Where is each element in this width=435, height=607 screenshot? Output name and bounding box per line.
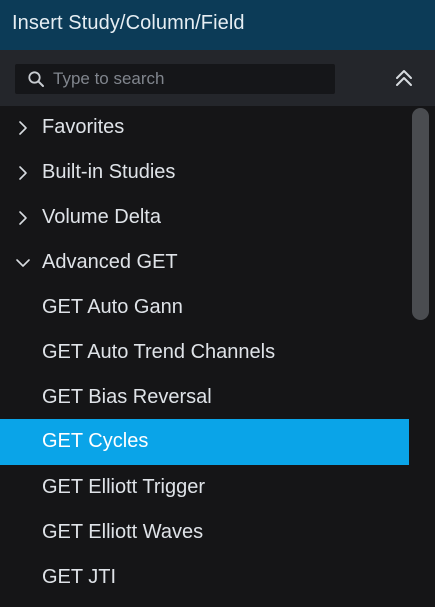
chevron-right-icon [15, 120, 31, 136]
list-item-get-auto-trend-channels[interactable]: GET Auto Trend Channels [0, 331, 409, 376]
search-toolbar [0, 50, 435, 106]
list-item-label: GET Cycles [42, 430, 149, 452]
list-item-label: GET Bias Reversal [42, 386, 212, 408]
scrollbar-thumb[interactable] [412, 108, 429, 320]
search-box[interactable] [15, 64, 335, 94]
group-label: Volume Delta [42, 206, 161, 228]
list-item-get-elliott-trigger[interactable]: GET Elliott Trigger [0, 466, 409, 511]
list-item-get-bias-reversal[interactable]: GET Bias Reversal [0, 376, 409, 421]
chevron-right-icon [15, 165, 31, 181]
list-item-label: GET Elliott Trigger [42, 476, 206, 498]
study-list: Favorites Built-in Studies Volume Delta … [0, 106, 435, 607]
collapse-all-icon[interactable] [392, 66, 416, 90]
group-label: Advanced GET [42, 251, 178, 273]
list-item-label: GET Auto Trend Channels [42, 341, 276, 363]
list-item-get-jti[interactable]: GET JTI [0, 556, 409, 601]
group-volume-delta[interactable]: Volume Delta [0, 196, 409, 241]
list-item-get-cycles[interactable]: GET Cycles [0, 419, 409, 465]
chevron-right-icon [15, 210, 31, 226]
list-item-get-elliott-waves[interactable]: GET Elliott Waves [0, 511, 409, 556]
list-item-get-auto-gann[interactable]: GET Auto Gann [0, 286, 409, 331]
group-label: Favorites [42, 116, 125, 138]
group-advanced-get[interactable]: Advanced GET [0, 241, 409, 286]
list-item-label: GET Elliott Waves [42, 521, 204, 543]
group-favorites[interactable]: Favorites [0, 106, 409, 151]
chevron-down-icon [15, 255, 31, 271]
window-title: Insert Study/Column/Field [12, 12, 245, 34]
group-label: Built-in Studies [42, 161, 176, 183]
search-input[interactable] [53, 64, 329, 94]
search-icon [27, 70, 45, 88]
title-bar: Insert Study/Column/Field [0, 0, 435, 50]
list-item-label: GET Auto Gann [42, 296, 183, 318]
list-item-label: GET JTI [42, 566, 117, 588]
group-built-in-studies[interactable]: Built-in Studies [0, 151, 409, 196]
